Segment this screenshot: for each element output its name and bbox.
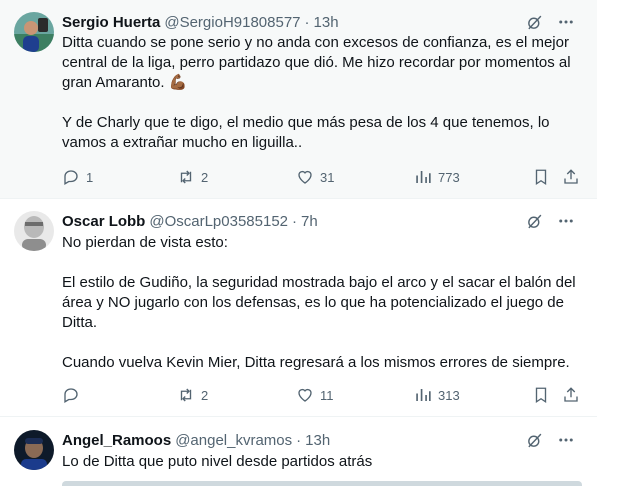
repost-button[interactable]: 2	[177, 385, 208, 405]
user-handle[interactable]: @SergioH91808577	[164, 14, 300, 31]
like-icon	[298, 388, 312, 402]
timeline: Sergio Huerta @SergioH91808577 · 13h Dit…	[0, 0, 597, 486]
tweet-paragraph: Cuando vuelva Kevin Mier, Ditta regresar…	[62, 354, 570, 371]
user-name[interactable]: Angel_Ramoos	[62, 432, 171, 449]
tweet-header: Oscar Lobb @OscarLp03585152 · 7h	[62, 211, 318, 231]
views-count: 773	[438, 169, 460, 185]
repost-icon	[180, 170, 192, 184]
more-icon[interactable]	[557, 431, 575, 449]
repost-icon	[180, 388, 192, 402]
tweet-paragraph: Y de Charly que te digo, el medio que má…	[62, 114, 550, 151]
media-preview-edge	[62, 481, 582, 486]
bookmark-button[interactable]	[532, 385, 550, 405]
views-button[interactable]: 773	[414, 167, 460, 187]
tweet-paragraph: Lo de Ditta que puto nivel desde partido…	[62, 453, 373, 470]
bookmark-button[interactable]	[532, 167, 550, 187]
more-icon[interactable]	[557, 212, 575, 230]
avatar[interactable]	[14, 430, 54, 470]
reply-count: 1	[86, 169, 94, 185]
reply-button[interactable]: 1	[62, 167, 93, 187]
reply-icon	[64, 170, 78, 185]
views-icon	[416, 389, 431, 401]
user-name[interactable]: Oscar Lobb	[62, 213, 145, 230]
grok-icon[interactable]	[525, 431, 543, 449]
grok-icon[interactable]	[525, 13, 543, 31]
views-icon	[416, 171, 431, 183]
separator-dot: ·	[304, 13, 310, 31]
repost-button[interactable]: 2	[177, 167, 208, 187]
more-icon[interactable]	[557, 13, 575, 31]
avatar[interactable]	[14, 12, 54, 52]
action-bar: 1 2 31 773	[62, 167, 582, 187]
grok-icon[interactable]	[525, 212, 543, 230]
timestamp[interactable]: 7h	[301, 213, 318, 230]
like-button[interactable]: 11	[296, 385, 334, 405]
tweet[interactable]: Sergio Huerta @SergioH91808577 · 13h Dit…	[0, 0, 597, 198]
repost-count: 2	[201, 387, 209, 403]
share-icon	[564, 169, 578, 184]
action-bar: 2 11 313	[62, 385, 582, 405]
tweet-text: Lo de Ditta que puto nivel desde partido…	[62, 452, 587, 472]
reply-icon	[64, 388, 78, 403]
user-name[interactable]: Sergio Huerta	[62, 14, 160, 31]
like-icon	[298, 170, 312, 184]
tweet[interactable]: Oscar Lobb @OscarLp03585152 · 7h No pier…	[0, 199, 597, 416]
tweet-paragraph: El estilo de Gudiño, la seguridad mostra…	[62, 274, 576, 331]
timestamp[interactable]: 13h	[314, 14, 339, 31]
separator-dot: ·	[292, 212, 298, 230]
tweet-text: Ditta cuando se pone serio y no anda con…	[62, 33, 587, 153]
reply-button[interactable]	[62, 385, 86, 405]
views-button[interactable]: 313	[414, 385, 460, 405]
timestamp[interactable]: 13h	[305, 432, 330, 449]
avatar[interactable]	[14, 211, 54, 251]
like-count: 11	[320, 387, 334, 403]
user-handle[interactable]: @angel_kvramos	[175, 432, 292, 449]
like-button[interactable]: 31	[296, 167, 334, 187]
bookmark-icon	[535, 169, 547, 186]
tweet[interactable]: Angel_Ramoos @angel_kvramos · 13h Lo de …	[0, 417, 597, 486]
share-icon	[564, 387, 578, 402]
tweet-text: No pierdan de vista esto: El estilo de G…	[62, 233, 587, 373]
user-handle[interactable]: @OscarLp03585152	[149, 213, 288, 230]
tweet-header: Sergio Huerta @SergioH91808577 · 13h	[62, 12, 339, 32]
repost-count: 2	[201, 169, 209, 185]
share-button[interactable]	[562, 167, 580, 187]
tweet-paragraph: Ditta cuando se pone serio y no anda con…	[62, 34, 571, 91]
separator-dot: ·	[296, 431, 302, 449]
tweet-header: Angel_Ramoos @angel_kvramos · 13h	[62, 430, 330, 450]
views-count: 313	[438, 387, 460, 403]
share-button[interactable]	[562, 385, 580, 405]
bookmark-icon	[535, 387, 547, 404]
like-count: 31	[320, 169, 335, 185]
tweet-paragraph: No pierdan de vista esto:	[62, 234, 228, 251]
